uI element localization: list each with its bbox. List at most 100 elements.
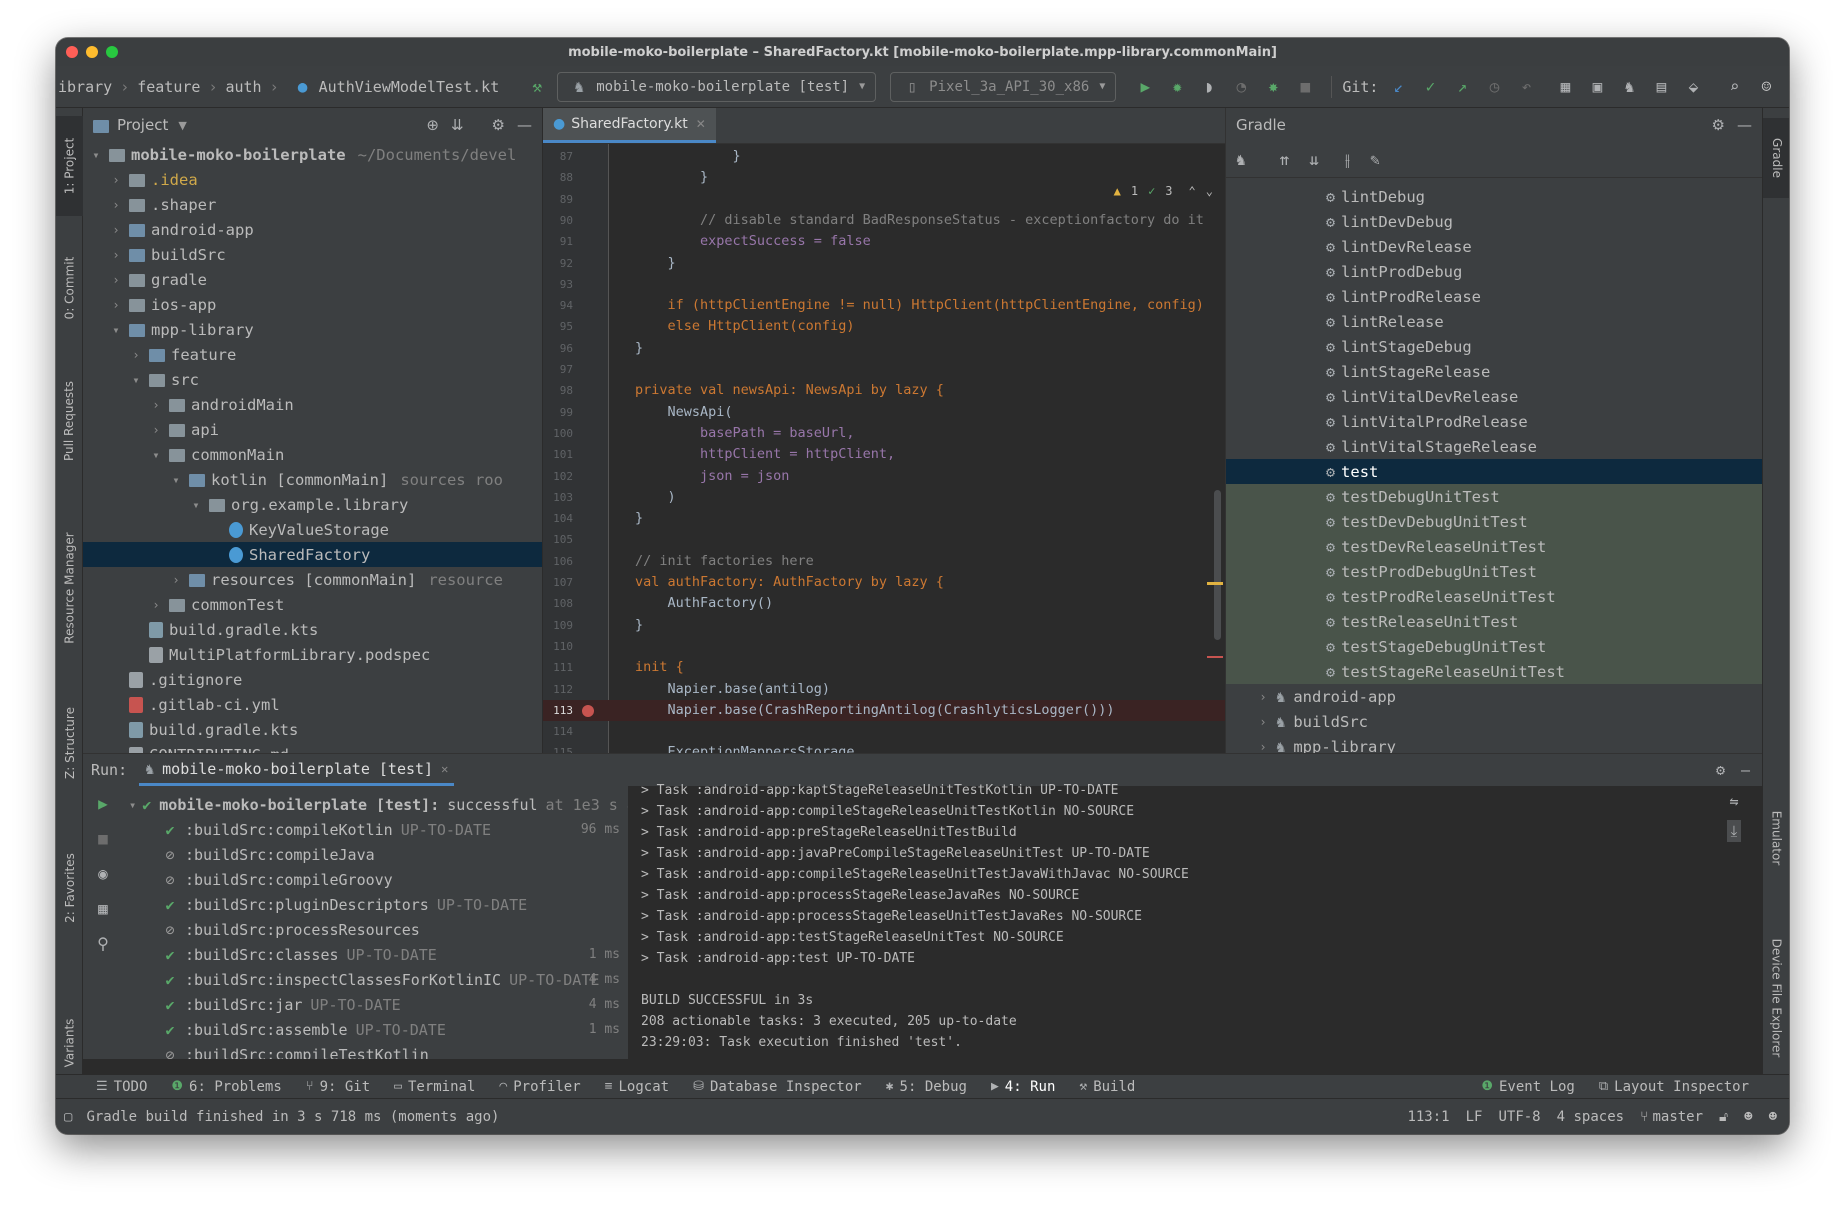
line-number[interactable]: 115 (543, 742, 573, 753)
chevron-down-icon[interactable]: ▾ (149, 448, 163, 462)
project-tree-row[interactable]: › android-app (83, 217, 542, 242)
project-tree-row[interactable]: build.gradle.kts (83, 717, 542, 742)
gradle-task-row[interactable]: ⚙ lintDebug (1226, 184, 1762, 209)
project-tree-row[interactable]: KeyValueStorage (83, 517, 542, 542)
memory-indicator-icon[interactable]: ☻ (1744, 1109, 1752, 1125)
chevron-down-icon[interactable]: ▾ (169, 473, 183, 487)
chevron-down-icon[interactable]: ▾ (129, 798, 136, 812)
code-line[interactable]: 114 (543, 721, 1225, 742)
line-number[interactable]: 113 (543, 700, 573, 721)
tab-favorites[interactable]: 2: Favorites (56, 828, 83, 948)
run-task-row[interactable]: ✔:buildSrc:pluginDescriptors UP-TO-DATE (123, 892, 628, 917)
project-tree-row[interactable]: build.gradle.kts (83, 617, 542, 642)
code-line[interactable]: 106 // init factories here (543, 551, 1225, 572)
gradle-task-row[interactable]: ⚙ testProdReleaseUnitTest (1226, 584, 1762, 609)
gradle-task-row[interactable]: ⚙ lintRelease (1226, 309, 1762, 334)
git-push-icon[interactable]: ↗ (1451, 76, 1473, 98)
bottom-tab[interactable]: ❶ 6: Problems (171, 1079, 281, 1095)
project-tree-row[interactable]: › .shaper (83, 192, 542, 217)
line-number[interactable]: 94 (543, 295, 573, 316)
gradle-task-row[interactable]: ⚙ testProdDebugUnitTest (1226, 559, 1762, 584)
bottom-tab[interactable]: ▭ Terminal (394, 1079, 475, 1095)
reload-gradle-icon[interactable]: ♞ (1236, 150, 1246, 169)
gradle-task-row[interactable]: ⚙ testDevReleaseUnitTest (1226, 534, 1762, 559)
chevron-right-icon[interactable]: › (1256, 715, 1270, 729)
project-tree-row[interactable]: ▾ mobile-moko-boilerplate ~/Documents/deve… (83, 142, 542, 167)
collapse-all-icon[interactable]: ⇊ (451, 116, 464, 134)
gradle-task-row[interactable]: ⚙ testDevDebugUnitTest (1226, 509, 1762, 534)
line-number[interactable]: 93 (543, 274, 573, 295)
project-tree-row[interactable]: ▾ org.example.library (83, 492, 542, 517)
gradle-task-row[interactable]: ⚙ lintVitalProdRelease (1226, 409, 1762, 434)
account-icon[interactable]: ☺ (1755, 76, 1777, 98)
project-tree-row[interactable]: SharedFactory (83, 542, 542, 567)
project-view-select[interactable]: Project (117, 116, 168, 134)
line-number[interactable]: 87 (543, 146, 573, 167)
gradle-task-row[interactable]: ⚙ lintVitalDevRelease (1226, 384, 1762, 409)
bottom-tab[interactable]: ≡ Logcat (605, 1079, 669, 1095)
code-line[interactable]: 97 (543, 359, 1225, 380)
chevron-down-icon[interactable]: ▾ (89, 148, 103, 162)
layout-icon[interactable]: ▦ (98, 899, 108, 918)
breakpoint-icon[interactable] (582, 704, 594, 717)
history-icon[interactable]: ◷ (1483, 76, 1505, 98)
project-tree-row[interactable]: › buildSrc (83, 242, 542, 267)
editor-scrollbar[interactable] (1214, 490, 1221, 640)
code-line[interactable]: 99 NewsApi( (543, 402, 1225, 423)
chevron-down-icon[interactable]: ▾ (189, 498, 203, 512)
zoom-window-button[interactable] (106, 46, 118, 58)
git-branch[interactable]: ⑂ master (1640, 1109, 1703, 1125)
run-task-row[interactable]: ⊘:buildSrc:processResources (123, 917, 628, 942)
code-line[interactable]: 91 expectSuccess = false (543, 231, 1225, 252)
app-inspection-icon[interactable]: ⬙ (1682, 76, 1704, 98)
gradle-task-row[interactable]: ⚙ lintProdRelease (1226, 284, 1762, 309)
line-ending[interactable]: LF (1466, 1109, 1483, 1125)
breadcrumb-ibrary[interactable]: ibrary (58, 78, 112, 96)
feedback-icon[interactable]: ☻ (1769, 1109, 1777, 1125)
chevron-right-icon[interactable]: › (109, 198, 123, 212)
line-number[interactable]: 101 (543, 444, 573, 465)
line-number[interactable]: 98 (543, 380, 573, 401)
line-number[interactable]: 106 (543, 551, 573, 572)
git-commit-icon[interactable]: ✓ (1419, 76, 1441, 98)
indent-setting[interactable]: 4 spaces (1557, 1109, 1624, 1125)
project-tree-row[interactable]: ▾ mpp-library (83, 317, 542, 342)
tab-pull-requests[interactable]: Pull Requests (56, 356, 83, 486)
code-line[interactable]: 101 httpClient = httpClient, (543, 444, 1225, 465)
gradle-project-row[interactable]: › ♞ mpp-library (1226, 734, 1762, 754)
run-task-row[interactable]: ✔:buildSrc:classes UP-TO-DATE 1 ms (123, 942, 628, 967)
code-line[interactable]: 113 Napier.base(CrashReportingAntilog(Cr… (543, 699, 1225, 721)
debug-icon[interactable]: ✹ (1166, 76, 1188, 98)
attach-debugger-icon[interactable]: ✸ (1262, 76, 1284, 98)
project-tree-row[interactable]: › api (83, 417, 542, 442)
line-number[interactable]: 95 (543, 316, 573, 337)
gradle-task-row[interactable]: ⚙ lintDevRelease (1226, 234, 1762, 259)
gradle-task-row[interactable]: ⚙ lintStageDebug (1226, 334, 1762, 359)
run-task-row[interactable]: ✔:buildSrc:jar UP-TO-DATE 4 ms (123, 992, 628, 1017)
hide-icon[interactable]: — (1741, 761, 1750, 779)
chevron-right-icon[interactable]: › (109, 298, 123, 312)
code-line[interactable]: 95 else HttpClient(config) (543, 316, 1225, 337)
code-line[interactable]: 90 // disable standard BadResponseStatus… (543, 210, 1225, 231)
stop-icon[interactable]: ■ (1294, 76, 1316, 98)
soft-wrap-icon[interactable]: ⇋ (1729, 792, 1738, 810)
project-structure-icon[interactable]: ▦ (1554, 76, 1576, 98)
sdk-manager-icon[interactable]: ▤ (1650, 76, 1672, 98)
breadcrumb-auth[interactable]: auth (225, 78, 261, 96)
code-line[interactable]: 115 ExceptionMappersStorage (543, 742, 1225, 753)
run-task-row[interactable]: ⊘:buildSrc:compileTestKotlin (123, 1042, 628, 1060)
pin-icon[interactable]: ⚲ (97, 934, 109, 953)
file-encoding[interactable]: UTF-8 (1498, 1109, 1540, 1125)
collapse-all-icon[interactable]: ⇊ (1309, 150, 1319, 169)
gradle-task-row[interactable]: ⚙ testStageDebugUnitTest (1226, 634, 1762, 659)
code-line[interactable]: 112 Napier.base(antilog) (543, 679, 1225, 700)
code-line[interactable]: 92 } (543, 253, 1225, 274)
gradle-task-row[interactable]: ⚙ lintProdDebug (1226, 259, 1762, 284)
git-update-icon[interactable]: ↙ (1387, 76, 1409, 98)
chevron-down-icon[interactable]: ▾ (129, 373, 143, 387)
coverage-icon[interactable]: ◗ (1198, 76, 1220, 98)
lock-icon[interactable]: 🔓︎ (1719, 1109, 1728, 1125)
project-tree-row[interactable]: MultiPlatformLibrary.podspec (83, 642, 542, 667)
run-task-row[interactable]: ⊘:buildSrc:compileJava (123, 842, 628, 867)
chevron-right-icon[interactable]: › (109, 223, 123, 237)
